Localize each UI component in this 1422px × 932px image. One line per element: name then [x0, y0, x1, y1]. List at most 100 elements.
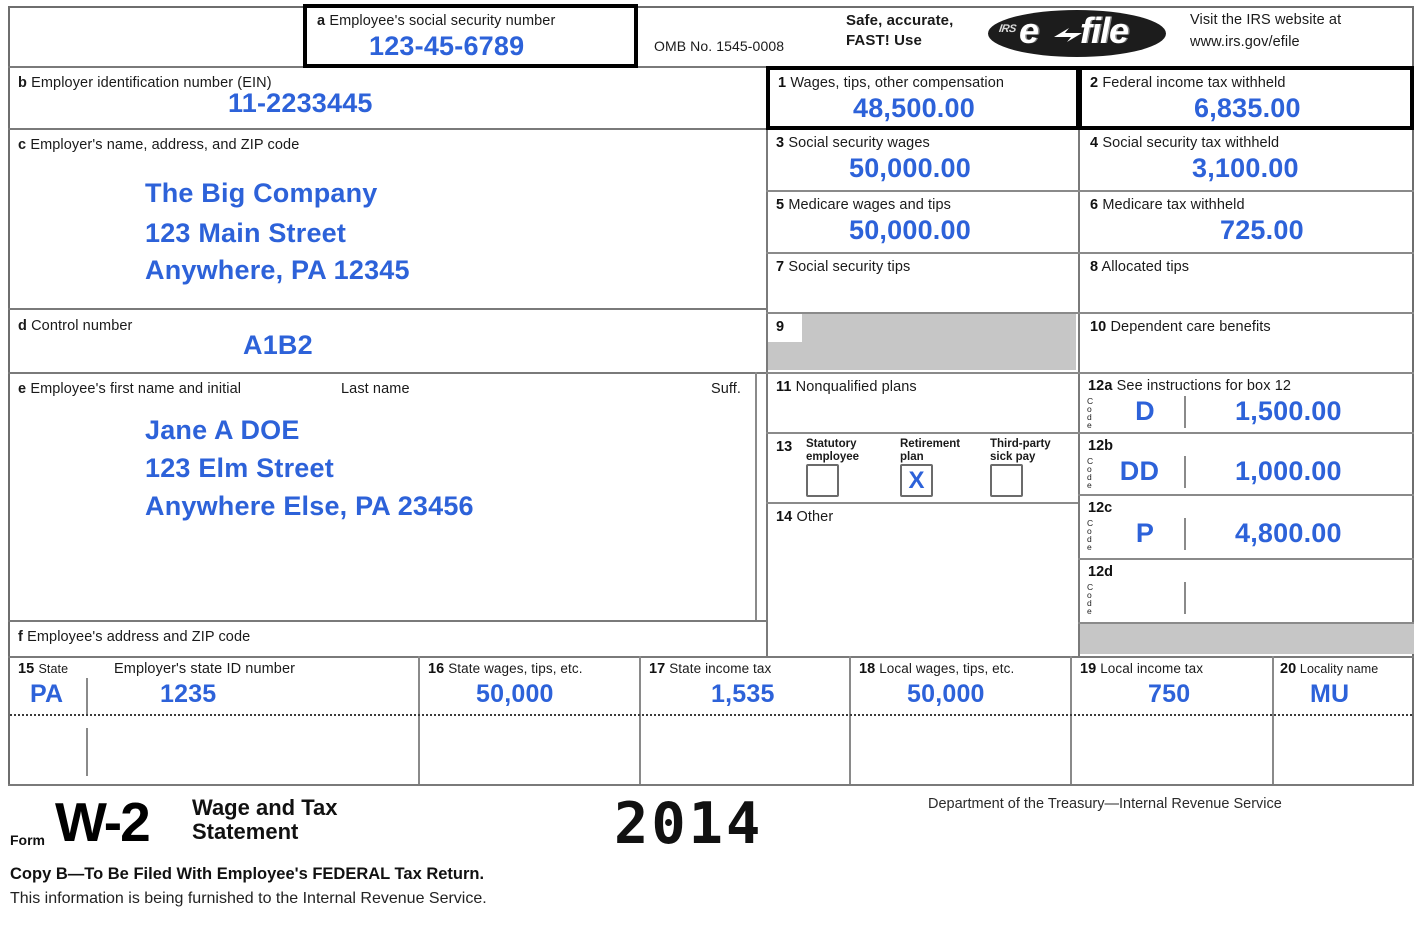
rule-h-grid-bottom: [8, 784, 1414, 786]
box-18-value: 50,000: [907, 680, 985, 708]
rule-h-row-d: [8, 372, 768, 374]
box-12a-divider: [1184, 396, 1186, 428]
box-d-header: d Control number: [18, 318, 132, 334]
box-12d[interactable]: 12d C o d e: [1080, 560, 1414, 622]
box-7-header: 7 Social security tips: [776, 259, 910, 275]
box-17-state-income-tax[interactable]: 17 State income tax 1,535: [641, 656, 849, 784]
box-12a-code-stack-label: C o d e: [1087, 397, 1097, 431]
furnish-notice: This information is being furnished to t…: [10, 890, 487, 907]
box-11-header: 11 Nonqualified plans: [776, 379, 917, 395]
box-a-label: Employee's social security number: [329, 13, 556, 29]
box-c-employer-street: 123 Main Street: [145, 218, 347, 248]
box-12c[interactable]: 12c C o d e P 4,800.00: [1080, 496, 1414, 558]
box-4-ss-tax[interactable]: 4 Social security tax withheld 3,100.00: [1080, 130, 1414, 190]
checkbox-statutory-employee[interactable]: [806, 464, 839, 497]
box-c-employer-name: The Big Company: [145, 178, 378, 208]
box-13-third-party-sick-pay-label: Third-party sick pay: [990, 438, 1051, 463]
omb-number: OMB No. 1545-0008: [654, 38, 785, 54]
box-e-employee-street: 123 Elm Street: [145, 453, 334, 483]
box-1-header: 1 Wages, tips, other compensation: [778, 75, 1004, 91]
box-17-label: State income tax: [669, 661, 772, 676]
box-12d-divider: [1184, 582, 1186, 614]
box-12a-label: See instructions for box 12: [1116, 378, 1292, 394]
code-letter-e: e: [1087, 480, 1092, 491]
form-title-line1: Wage and Tax: [192, 795, 338, 820]
box-12c-code-stack-label: C o d e: [1087, 519, 1097, 553]
box-7-number: 7: [776, 259, 785, 275]
box-6-label: Medicare tax withheld: [1102, 197, 1245, 213]
box-12b-code-stack-label: C o d e: [1087, 457, 1097, 491]
box-18-number: 18: [859, 661, 876, 677]
box-10-dependent-care[interactable]: 10 Dependent care benefits: [1080, 314, 1414, 372]
box-3-number: 3: [776, 135, 785, 151]
box-17-value: 1,535: [711, 680, 775, 708]
box-20-label: Locality name: [1299, 662, 1379, 676]
rule-h-row-b: [8, 128, 768, 130]
box-3-ss-wages[interactable]: 3 Social security wages 50,000.00: [766, 130, 1078, 190]
irs-efile-logo: IRS e file: [988, 10, 1166, 57]
box-e-lastname-label: Last name: [341, 381, 410, 397]
box-12b[interactable]: 12b C o d e DD 1,000.00: [1080, 434, 1414, 494]
box-e-header: e Employee's first name and initial: [18, 381, 241, 397]
box-6-medicare-tax[interactable]: 6 Medicare tax withheld 725.00: [1080, 192, 1414, 252]
box-13-checkbox-group: 13 Statutory employee Retirement plan X …: [766, 434, 1078, 502]
box-d-label: Control number: [31, 318, 133, 334]
rule-h-row-f: [8, 620, 768, 622]
box-15-state-label: State: [38, 662, 69, 676]
box-10-label: Dependent care benefits: [1110, 319, 1271, 335]
box-8-allocated-tips[interactable]: 8 Allocated tips: [1080, 254, 1414, 312]
box-12c-divider: [1184, 518, 1186, 550]
box-12b-value: 1,000.00: [1235, 456, 1342, 486]
box-20-locality-name[interactable]: 20 Locality name MU: [1274, 656, 1414, 784]
box-b-letter: b: [18, 75, 27, 91]
efile-promo-line2: FAST! Use: [846, 32, 922, 49]
checkbox-retirement-plan[interactable]: X: [900, 464, 933, 497]
efile-logo-e-text: e: [1019, 10, 1040, 51]
box-12d-number: 12d: [1088, 564, 1113, 580]
box-a-value: 123-45-6789: [369, 31, 525, 61]
rule-h-row-c: [8, 308, 768, 310]
efile-logo-file-text: file: [1080, 10, 1129, 51]
box-6-header: 6 Medicare tax withheld: [1090, 197, 1245, 213]
box-13-retirement-plan-label: Retirement plan: [900, 438, 961, 463]
code-letter-e: e: [1087, 420, 1092, 431]
box-f-label: Employee's address and ZIP code: [27, 629, 251, 645]
box-2-federal-tax[interactable]: 2 Federal income tax withheld 6,835.00: [1078, 66, 1414, 130]
box-8-number: 8: [1090, 259, 1099, 275]
box-14-number: 14: [776, 509, 793, 525]
box-12a-header: 12a See instructions for box 12: [1088, 378, 1291, 394]
box-a-letter-and-label: a Employee's social security number: [317, 13, 555, 29]
box-c-letter: c: [18, 137, 27, 153]
box-15-state-id-value: 1235: [160, 680, 217, 708]
box-19-label: Local income tax: [1100, 661, 1204, 676]
visit-irs-line1: Visit the IRS website at: [1190, 12, 1342, 28]
box-5-medicare-wages[interactable]: 5 Medicare wages and tips 50,000.00: [766, 192, 1078, 252]
box-12a[interactable]: 12a See instructions for box 12 C o d e …: [1080, 374, 1414, 432]
box-9-shaded-area: [768, 314, 1076, 370]
copy-b-instruction: Copy B—To Be Filed With Employee's FEDER…: [10, 865, 485, 883]
box-11-nonqualified-plans[interactable]: 11 Nonqualified plans: [766, 374, 1078, 432]
box-2-header: 2 Federal income tax withheld: [1090, 75, 1286, 91]
box-13-number: 13: [776, 439, 793, 455]
box-12a-number: 12a: [1088, 378, 1113, 394]
box-a-ssn[interactable]: a Employee's social security number 123-…: [303, 4, 638, 68]
checkbox-third-party-sick-pay[interactable]: [990, 464, 1023, 497]
box-19-local-income-tax[interactable]: 19 Local income tax 750: [1072, 656, 1272, 784]
box-7-ss-tips[interactable]: 7 Social security tips: [766, 254, 1078, 312]
form-tax-year: 2014: [614, 791, 764, 857]
box-3-value: 50,000.00: [849, 153, 971, 183]
box-12c-number: 12c: [1088, 500, 1113, 516]
box-17-header: 17 State income tax: [649, 661, 771, 677]
box-18-local-wages[interactable]: 18 Local wages, tips, etc. 50,000: [851, 656, 1070, 784]
box-14-other[interactable]: 14 Other: [766, 504, 1078, 620]
code-letter-e: e: [1087, 542, 1092, 553]
box-1-wages[interactable]: 1 Wages, tips, other compensation 48,500…: [766, 66, 1080, 130]
box-15-state[interactable]: 15 State Employer's state ID number PA 1…: [8, 656, 418, 784]
box-16-state-wages[interactable]: 16 State wages, tips, etc. 50,000: [420, 656, 639, 784]
box-5-header: 5 Medicare wages and tips: [776, 197, 951, 213]
box-16-number: 16: [428, 661, 445, 677]
box-6-number: 6: [1090, 197, 1099, 213]
box-4-label: Social security tax withheld: [1102, 135, 1280, 151]
box-12c-value: 4,800.00: [1235, 518, 1342, 548]
box-20-header: 20 Locality name: [1280, 661, 1378, 677]
